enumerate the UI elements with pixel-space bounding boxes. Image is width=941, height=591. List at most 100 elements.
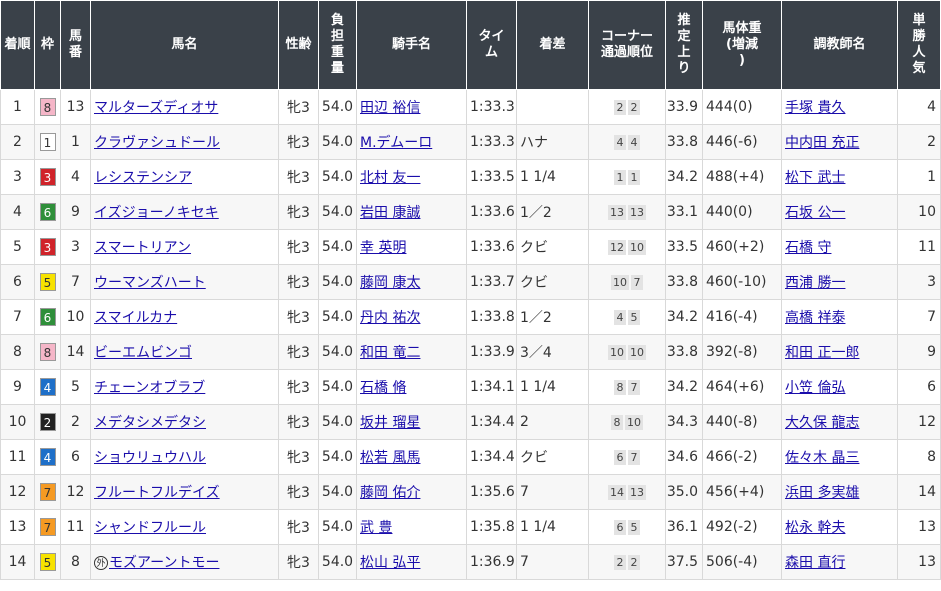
- corner-2: 10: [625, 415, 643, 430]
- rank-cell: 3: [0, 159, 35, 195]
- jockey-link[interactable]: 丹内 祐次: [360, 310, 420, 326]
- frame-cell: 4: [34, 439, 61, 475]
- horse-link[interactable]: スマイルカナ: [94, 310, 177, 326]
- frame-badge: 5: [39, 553, 56, 571]
- trainer-link[interactable]: 大久保 龍志: [785, 415, 859, 431]
- jockey-link[interactable]: 松山 弘平: [360, 555, 420, 571]
- time-cell: 1:33.6: [466, 229, 517, 265]
- trainer-link[interactable]: 中内田 充正: [785, 135, 859, 151]
- jockey-link[interactable]: M.デムーロ: [360, 135, 432, 151]
- trainer-link[interactable]: 石坂 公一: [785, 205, 845, 221]
- jockey-link[interactable]: 松若 風馬: [360, 450, 420, 466]
- trainer-link[interactable]: 浜田 多実雄: [785, 485, 859, 501]
- popularity-cell: 3: [897, 264, 941, 300]
- sexage-cell: 牝3: [278, 509, 319, 545]
- time-cell: 1:35.6: [466, 474, 517, 510]
- horse-link[interactable]: フルートフルデイズ: [94, 485, 220, 501]
- col-weight: 負担重量: [318, 0, 357, 90]
- rank-cell: 4: [0, 194, 35, 230]
- col-frame: 枠: [34, 0, 61, 90]
- corner-cell: 13 13: [588, 194, 666, 230]
- jockey-cell: 和田 竜二: [356, 334, 467, 370]
- corner-2: 7: [628, 450, 640, 465]
- corner-1: 1: [614, 170, 626, 185]
- weight-cell: 54.0: [318, 159, 357, 195]
- popularity-cell: 13: [897, 509, 941, 545]
- horse-link[interactable]: メデタシメデタシ: [94, 415, 206, 431]
- trainer-link[interactable]: 佐々木 晶三: [785, 450, 859, 466]
- trainer-cell: 松下 武士: [781, 159, 898, 195]
- trainer-link[interactable]: 石橋 守: [785, 240, 831, 256]
- number-cell: 11: [60, 509, 91, 545]
- jockey-link[interactable]: 北村 友一: [360, 170, 420, 186]
- last3f-cell: 33.8: [665, 124, 703, 160]
- horse-cell: レシステンシア: [90, 159, 279, 195]
- sexage-cell: 牝3: [278, 439, 319, 475]
- trainer-cell: 佐々木 晶三: [781, 439, 898, 475]
- horse-cell: 外モズアーントモー: [90, 544, 279, 580]
- trainer-cell: 大久保 龍志: [781, 404, 898, 440]
- frame-badge: 8: [39, 98, 56, 116]
- number-cell: 7: [60, 264, 91, 300]
- jockey-link[interactable]: 武 豊: [360, 520, 392, 536]
- horse-link[interactable]: モズアーントモー: [109, 555, 219, 571]
- trainer-link[interactable]: 小笠 倫弘: [785, 380, 845, 396]
- frame-badge: 2: [39, 413, 56, 431]
- horse-link[interactable]: レシステンシア: [94, 170, 192, 186]
- horse-link[interactable]: チェーンオブラブ: [94, 380, 205, 396]
- sexage-cell: 牝3: [278, 369, 319, 405]
- margin-cell: 1／2: [516, 194, 589, 230]
- margin-cell: クビ: [516, 439, 589, 475]
- trainer-link[interactable]: 和田 正一郎: [785, 345, 859, 361]
- frame-cell: 4: [34, 369, 61, 405]
- jockey-cell: 幸 英明: [356, 229, 467, 265]
- frame-badge: 3: [39, 238, 56, 256]
- trainer-link[interactable]: 高橋 祥泰: [785, 310, 845, 326]
- col-time: タイム: [466, 0, 517, 90]
- jockey-link[interactable]: 石橋 脩: [360, 380, 406, 396]
- horse-link[interactable]: スマートリアン: [94, 240, 191, 256]
- bodyweight-cell: 392(-8): [702, 334, 782, 370]
- horse-cell: シャンドフルール: [90, 509, 279, 545]
- jockey-link[interactable]: 幸 英明: [360, 240, 406, 256]
- horse-link[interactable]: イズジョーノキセキ: [94, 205, 219, 221]
- trainer-link[interactable]: 森田 直行: [785, 555, 845, 571]
- trainer-link[interactable]: 松永 幹夫: [785, 520, 845, 536]
- horse-link[interactable]: マルターズディオサ: [94, 100, 218, 116]
- horse-link[interactable]: クラヴァシュドール: [94, 135, 220, 151]
- horse-link[interactable]: ビーエムビンゴ: [94, 345, 192, 361]
- bodyweight-cell: 446(-6): [702, 124, 782, 160]
- corner-2: 10: [628, 240, 646, 255]
- time-cell: 1:33.6: [466, 194, 517, 230]
- jockey-link[interactable]: 藤岡 康太: [360, 275, 420, 291]
- trainer-link[interactable]: 手塚 貴久: [785, 100, 845, 116]
- corner-1: 8: [614, 380, 626, 395]
- trainer-cell: 小笠 倫弘: [781, 369, 898, 405]
- col-corner: コーナー 通過順位: [588, 0, 666, 90]
- horse-link[interactable]: ウーマンズハート: [94, 275, 206, 291]
- jockey-link[interactable]: 和田 竜二: [360, 345, 420, 361]
- jockey-link[interactable]: 田辺 裕信: [360, 100, 420, 116]
- number-cell: 14: [60, 334, 91, 370]
- col-number: 馬番: [60, 0, 91, 90]
- trainer-link[interactable]: 松下 武士: [785, 170, 845, 186]
- jockey-cell: 松山 弘平: [356, 544, 467, 580]
- horse-link[interactable]: ショウリュウハル: [94, 450, 206, 466]
- corner-2: 13: [628, 485, 646, 500]
- frame-badge: 3: [39, 168, 56, 186]
- bodyweight-cell: 444(0): [702, 89, 782, 125]
- trainer-link[interactable]: 西浦 勝一: [785, 275, 845, 291]
- header-row: 着順 枠 馬番 馬名 性齢 負担重量 騎手名 タイム 着差 コーナー 通過順位 推…: [0, 0, 941, 90]
- jockey-link[interactable]: 岩田 康誠: [360, 205, 420, 221]
- jockey-cell: 武 豊: [356, 509, 467, 545]
- jockey-link[interactable]: 藤岡 佑介: [360, 485, 420, 501]
- number-cell: 3: [60, 229, 91, 265]
- weight-cell: 54.0: [318, 89, 357, 125]
- jockey-link[interactable]: 坂井 瑠星: [360, 415, 420, 431]
- corner-2: 4: [628, 135, 640, 150]
- last3f-cell: 34.3: [665, 404, 703, 440]
- trainer-cell: 石坂 公一: [781, 194, 898, 230]
- frame-cell: 3: [34, 159, 61, 195]
- horse-link[interactable]: シャンドフルール: [94, 520, 206, 536]
- horse-cell: フルートフルデイズ: [90, 474, 279, 510]
